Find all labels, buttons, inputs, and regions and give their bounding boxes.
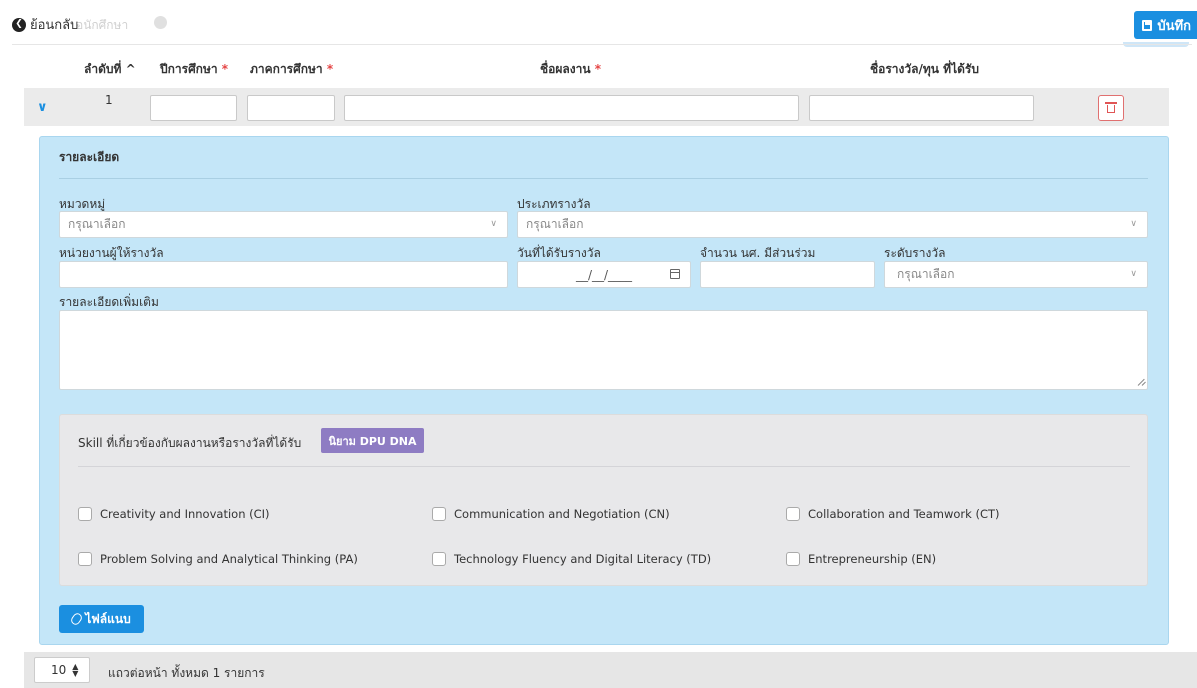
skill-label: Collaboration and Teamwork (CT): [808, 507, 1000, 521]
participants-input[interactable]: [700, 261, 875, 288]
pagination-summary: แถวต่อหน้า ทั้งหมด 1 รายการ: [108, 666, 265, 680]
chevron-down-icon: ∨: [1130, 219, 1137, 229]
trash-icon: [1105, 102, 1117, 114]
required-mark: *: [221, 62, 229, 76]
award-date-input[interactable]: __/__/____: [517, 261, 691, 288]
category-placeholder: กรุณาเลือก: [68, 217, 126, 231]
resize-handle-icon[interactable]: [1136, 377, 1146, 387]
skills-divider: [78, 466, 1130, 467]
attach-file-button[interactable]: ไฟล์แนบ: [59, 605, 144, 633]
checkbox[interactable]: [786, 552, 800, 566]
faded-label: อนักศึกษา: [76, 18, 129, 32]
level-select[interactable]: กรุณาเลือก ∨: [884, 261, 1148, 288]
chevron-down-icon: ∨: [1130, 269, 1137, 279]
skill-label: Problem Solving and Analytical Thinking …: [100, 552, 358, 566]
calendar-icon[interactable]: [670, 269, 680, 279]
chevron-down-icon[interactable]: ∨: [37, 100, 48, 115]
page-size-value: 10: [51, 663, 67, 677]
attach-label: ไฟล์แนบ: [85, 611, 131, 626]
award-type-select[interactable]: กรุณาเลือก ∨: [517, 211, 1148, 238]
skill-checkbox-ct[interactable]: Collaboration and Teamwork (CT): [786, 507, 1000, 521]
row-number: 1: [105, 93, 113, 107]
checkbox[interactable]: [78, 507, 92, 521]
skill-label: Creativity and Innovation (CI): [100, 507, 270, 521]
save-icon: [1142, 19, 1153, 31]
chevron-down-icon: ∨: [490, 219, 497, 229]
date-placeholder: __/__/____: [575, 267, 633, 282]
column-header-award-name: ชื่อรางวัล/ทุน ที่ได้รับ: [870, 62, 979, 76]
delete-row-button[interactable]: [1098, 95, 1124, 121]
dpu-dna-button[interactable]: นิยาม DPU DNA: [321, 428, 424, 453]
category-select[interactable]: กรุณาเลือก ∨: [59, 211, 508, 238]
top-bar: ❮ ย้อนกลับ อนักศึกษา บันทึก: [0, 0, 1197, 47]
award-type-placeholder: กรุณาเลือก: [526, 217, 584, 231]
work-name-input[interactable]: [344, 95, 799, 121]
checkbox[interactable]: [786, 507, 800, 521]
award-name-input[interactable]: [809, 95, 1034, 121]
column-header-number[interactable]: ลำดับที่ ^: [84, 60, 136, 79]
checkbox[interactable]: [432, 507, 446, 521]
save-label: บันทึก: [1157, 17, 1191, 33]
detail-title: รายละเอียด: [59, 150, 120, 164]
skill-checkbox-cn[interactable]: Communication and Negotiation (CN): [432, 507, 670, 521]
skill-label: Entrepreneurship (EN): [808, 552, 937, 566]
year-input[interactable]: [150, 95, 237, 121]
page-size-select[interactable]: 10 ▲ ▼: [34, 657, 90, 683]
checkbox[interactable]: [432, 552, 446, 566]
required-mark: *: [594, 62, 602, 76]
required-mark: *: [326, 62, 334, 76]
paperclip-icon: [69, 611, 84, 627]
skill-checkbox-en[interactable]: Entrepreneurship (EN): [786, 552, 936, 566]
column-header-year: ปีการศึกษา *: [160, 62, 229, 76]
level-placeholder: กรุณาเลือก: [897, 267, 955, 281]
back-label: ย้อนกลับ: [30, 18, 79, 33]
skill-label: Technology Fluency and Digital Literacy …: [454, 552, 712, 566]
skill-checkbox-ci[interactable]: Creativity and Innovation (CI): [78, 507, 270, 521]
checkbox[interactable]: [78, 552, 92, 566]
agency-input[interactable]: [59, 261, 508, 288]
more-detail-textarea[interactable]: [59, 310, 1148, 390]
semester-input[interactable]: [247, 95, 335, 121]
skill-label: Communication and Negotiation (CN): [454, 507, 670, 521]
skills-title: Skill ที่เกี่ยวข้องกับผลงานหรือรางวัลที่…: [78, 436, 302, 450]
column-header-semester: ภาคการศึกษา *: [250, 62, 334, 76]
chevron-left-circle-icon: ❮: [12, 17, 26, 32]
back-link[interactable]: ❮ ย้อนกลับ: [12, 14, 78, 35]
faded-plus-icon: [154, 16, 167, 29]
dpu-dna-label: นิยาม DPU DNA: [328, 434, 417, 448]
detail-divider: [59, 178, 1148, 179]
sort-updown-icon: ▲ ▼: [72, 662, 79, 678]
column-header-work-name: ชื่อผลงาน *: [540, 62, 602, 76]
skill-checkbox-pa[interactable]: Problem Solving and Analytical Thinking …: [78, 552, 358, 566]
save-button[interactable]: บันทึก: [1134, 11, 1197, 39]
skill-checkbox-td[interactable]: Technology Fluency and Digital Literacy …: [432, 552, 711, 566]
